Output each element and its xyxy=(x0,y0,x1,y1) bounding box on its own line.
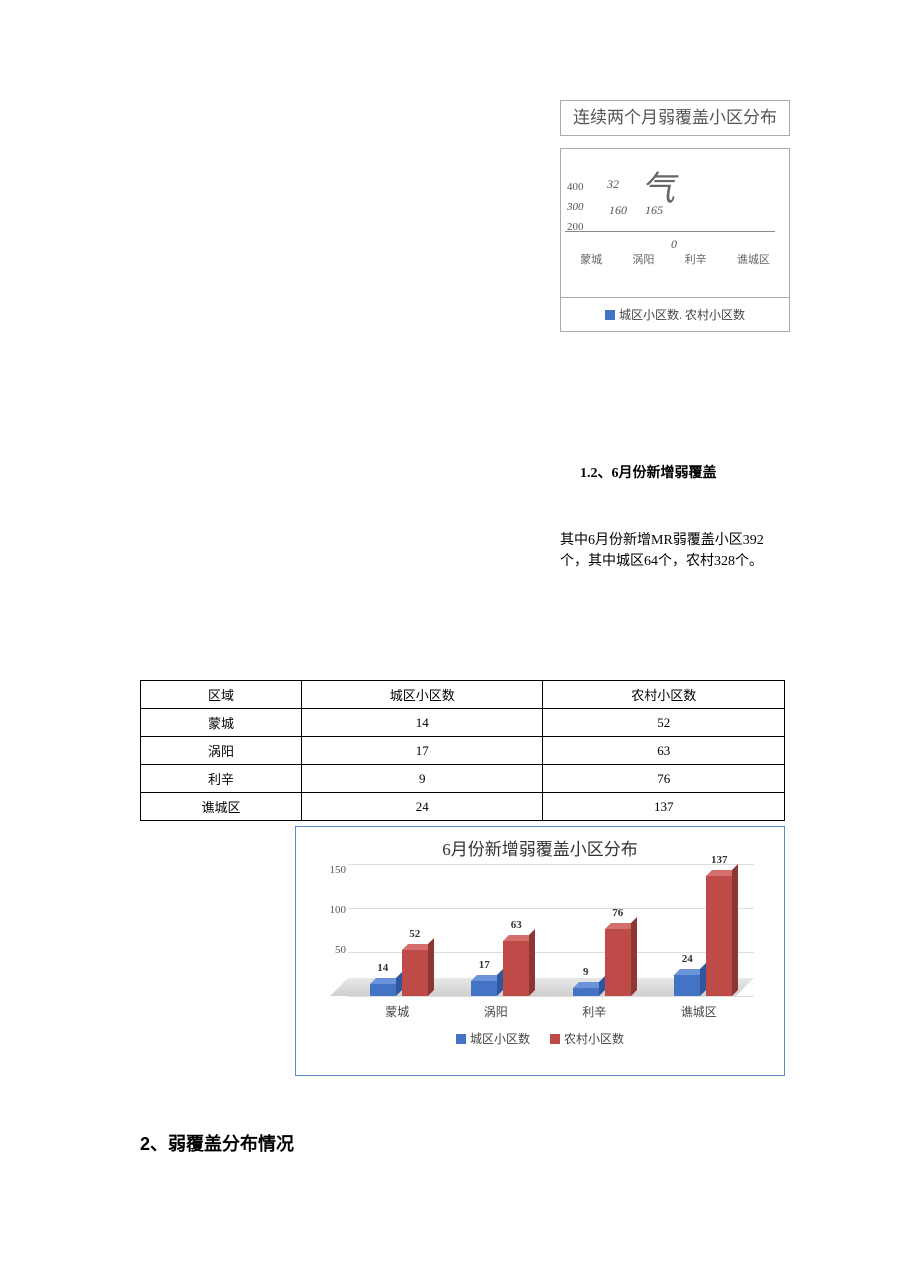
legend-label-urban: 城区小区数 xyxy=(470,1030,530,1047)
chart1-plot: 400 300 200 32 气 160 165 0 蒙城 涡阳 利辛 谯城区 xyxy=(560,148,790,298)
bar-label: 14 xyxy=(377,962,388,974)
td: 17 xyxy=(302,737,543,765)
chart1-label-32: 32 xyxy=(607,177,619,192)
ytick: 50 xyxy=(335,944,346,956)
chart2-legend: 城区小区数 农村小区数 xyxy=(296,1024,784,1049)
ytick: 150 xyxy=(330,864,347,876)
td: 9 xyxy=(302,765,543,793)
chart1-baseline xyxy=(565,231,775,232)
chart1-cat: 涡阳 xyxy=(632,251,654,267)
td: 52 xyxy=(543,709,785,737)
chart1-ytick-400: 400 xyxy=(567,181,584,193)
bar-label: 24 xyxy=(682,953,693,965)
chart1-title: 连续两个月弱覆盖小区分布 xyxy=(560,100,790,136)
table-row: 利辛 9 76 xyxy=(141,765,785,793)
chart2-categories: 蒙城 涡阳 利辛 谯城区 xyxy=(348,1003,754,1020)
bar-label: 76 xyxy=(612,907,623,919)
ytick: 100 xyxy=(330,904,347,916)
chart2-cat: 涡阳 xyxy=(484,1003,508,1020)
chart1-cat: 蒙城 xyxy=(580,251,602,267)
bar-group: 9 76 xyxy=(573,929,631,996)
td: 谯城区 xyxy=(141,793,302,821)
bar-urban: 9 xyxy=(573,988,599,996)
td: 蒙城 xyxy=(141,709,302,737)
data-table: 区域 城区小区数 农村小区数 蒙城 14 52 涡阳 17 63 利辛 9 76… xyxy=(140,680,785,821)
chart1-categories: 蒙城 涡阳 利辛 谯城区 xyxy=(565,251,785,267)
chart2-bars: 14 52 17 63 xyxy=(348,864,754,996)
table-row: 涡阳 17 63 xyxy=(141,737,785,765)
chart2-cat: 利辛 xyxy=(582,1003,606,1020)
chart2-cat: 谯城区 xyxy=(681,1003,717,1020)
th-rural: 农村小区数 xyxy=(543,681,785,709)
bar-label: 137 xyxy=(711,854,728,866)
bar-group: 24 137 xyxy=(674,876,732,996)
chart1-cat: 利辛 xyxy=(685,251,707,267)
td: 利辛 xyxy=(141,765,302,793)
bar-rural: 76 xyxy=(605,929,631,996)
bar-group: 14 52 xyxy=(370,950,428,996)
heading-2: 2、弱覆盖分布情况 xyxy=(140,1130,294,1156)
chart2-cat: 蒙城 xyxy=(385,1003,409,1020)
td: 24 xyxy=(302,793,543,821)
bar-label: 9 xyxy=(583,966,589,978)
table-row: 谯城区 24 137 xyxy=(141,793,785,821)
td: 涡阳 xyxy=(141,737,302,765)
td: 137 xyxy=(543,793,785,821)
bar-urban: 24 xyxy=(674,975,700,996)
chart1-cat: 谯城区 xyxy=(737,251,770,267)
chart1-label-160: 160 xyxy=(609,203,627,218)
table-row: 蒙城 14 52 xyxy=(141,709,785,737)
td: 14 xyxy=(302,709,543,737)
td: 63 xyxy=(543,737,785,765)
bar-urban: 17 xyxy=(471,981,497,996)
bar-label: 52 xyxy=(409,928,420,940)
chart1-legend-text: 城区小区数. 农村小区数 xyxy=(619,306,745,323)
th-urban: 城区小区数 xyxy=(302,681,543,709)
bar-urban: 14 xyxy=(370,984,396,996)
chart1-legend: 城区小区数. 农村小区数 xyxy=(560,298,790,332)
table-header-row: 区域 城区小区数 农村小区数 xyxy=(141,681,785,709)
bar-rural: 137 xyxy=(706,876,732,996)
chart2-plot: 150 100 50 0 14 52 xyxy=(316,864,764,1024)
legend-swatch-blue xyxy=(605,310,615,320)
bar-group: 17 63 xyxy=(471,941,529,996)
bar-label: 63 xyxy=(511,919,522,931)
bar-rural: 63 xyxy=(503,941,529,996)
th-region: 区域 xyxy=(141,681,302,709)
chart1-ytick-300: 300 xyxy=(567,201,584,213)
td: 76 xyxy=(543,765,785,793)
legend-swatch-blue xyxy=(456,1034,466,1044)
legend-swatch-red xyxy=(550,1034,560,1044)
heading-1-2: 1.2、6月份新增弱覆盖 xyxy=(580,462,717,482)
chart2-container: 6月份新增弱覆盖小区分布 150 100 50 0 14 52 xyxy=(295,826,785,1076)
legend-label-rural: 农村小区数 xyxy=(564,1030,624,1047)
chart1-container: 连续两个月弱覆盖小区分布 400 300 200 32 气 160 165 0 … xyxy=(560,100,790,332)
paragraph-summary: 其中6月份新增MR弱覆盖小区392个，其中城区64个，农村328个。 xyxy=(560,530,790,572)
bar-label: 17 xyxy=(479,959,490,971)
chart2-yaxis: 150 100 50 0 xyxy=(316,864,346,996)
chart1-label-165: 165 xyxy=(645,203,663,218)
chart1-label-0: 0 xyxy=(671,237,677,252)
bar-rural: 52 xyxy=(402,950,428,996)
